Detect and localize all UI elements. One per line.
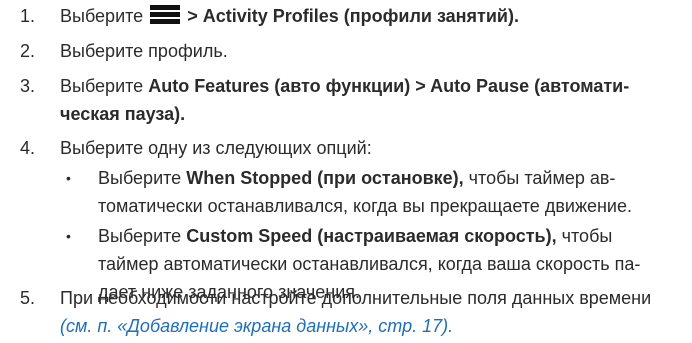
step-number: 1. (20, 6, 36, 26)
menu-path: > Activity Profiles (профили занятий). (187, 6, 519, 26)
step-text: Выберите (60, 6, 144, 26)
menu-icon (150, 4, 181, 32)
option-text: Выберите (98, 168, 182, 188)
bullet-mark: • (66, 170, 71, 186)
step-number: 5. (20, 288, 36, 308)
step-number: 2. (20, 41, 36, 61)
step-text: При необходимости настройте дополнительн… (60, 288, 652, 308)
step-text: Выберите одну из следующих опций: (60, 138, 372, 158)
step-text: Выберите (60, 76, 144, 96)
instruction-list: 1. Выберите > Activity Profiles (профили… (0, 0, 692, 343)
option-name: When Stopped (при остановке), (186, 168, 464, 188)
option-text-line: томатически останавливался, когда вы пре… (98, 196, 632, 216)
option-name: Custom Speed (настраиваемая скорость), (186, 226, 557, 246)
option-text: чтобы таймер ав- (468, 168, 616, 188)
step-number: 3. (20, 76, 36, 96)
menu-path-continued: ческая пауза). (60, 104, 186, 124)
option-text: Выберите (98, 226, 182, 246)
bullet-mark: • (66, 228, 71, 244)
option-text: чтобы (561, 226, 613, 246)
cross-reference-link[interactable]: (см. п. «Добавление экрана данных», стр.… (60, 312, 678, 340)
option-text-line: таймер автоматически останавливался, ког… (98, 254, 641, 274)
step-text: Выберите профиль. (60, 41, 228, 61)
menu-path: Auto Features (авто функции) > Auto Paus… (148, 76, 630, 96)
step-number: 4. (20, 138, 36, 158)
